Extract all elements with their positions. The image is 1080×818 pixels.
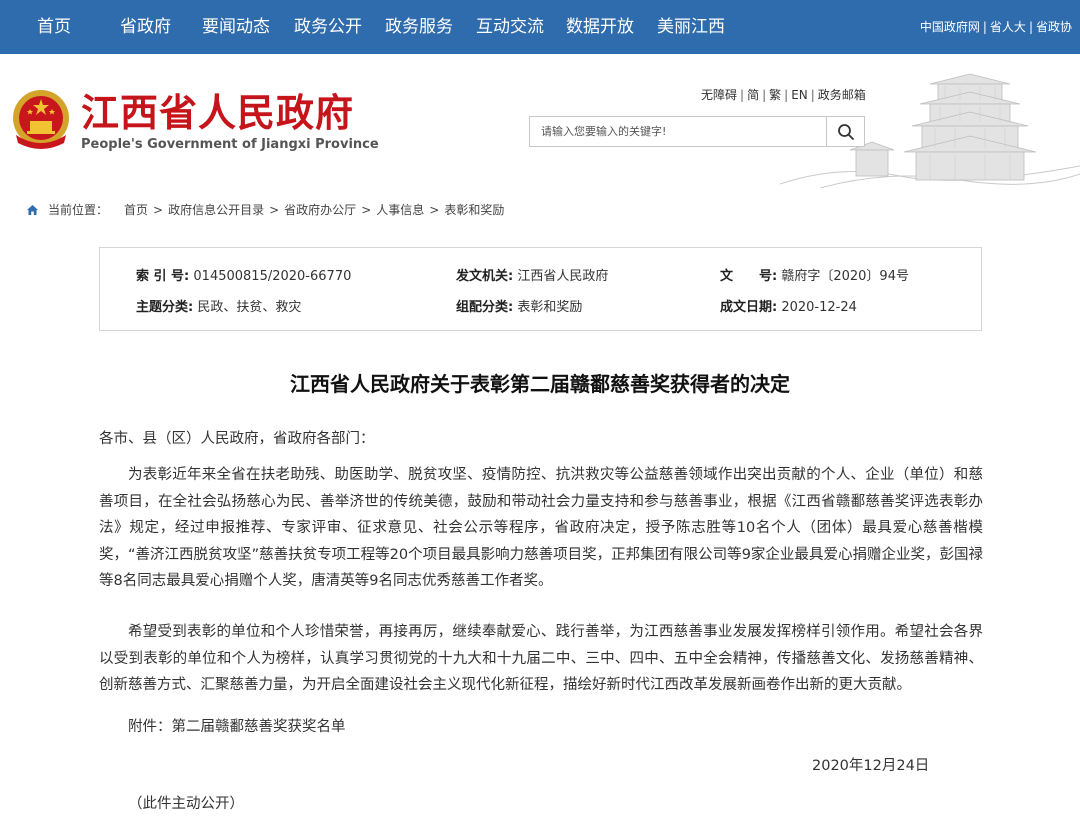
search-box [529,116,865,147]
nav-item-beautiful-jiangxi[interactable]: 美丽江西 [657,0,725,54]
nav-item-news[interactable]: 要闻动态 [202,0,270,54]
link-government-mail[interactable]: 政务邮箱 [818,88,866,102]
link-english[interactable]: EN [791,88,808,102]
document-metadata-box: 索 引 号: 014500815/2020-66770 发文机关: 江西省人民政… [99,247,982,331]
site-subtitle: People's Government of Jiangxi Province [81,137,379,152]
search-button[interactable] [826,117,864,146]
breadcrumb-info-disclosure[interactable]: 政府信息公开目录 [168,201,264,218]
meta-issuer: 发文机关: 江西省人民政府 [456,265,608,284]
link-traditional-chinese[interactable]: 繁 [769,88,781,102]
home-icon [27,204,38,215]
breadcrumb-general-office[interactable]: 省政府办公厅 [284,201,356,218]
article-attachment[interactable]: 附件：第二届赣鄱慈善奖获奖名单 [128,715,346,736]
link-china-gov[interactable]: 中国政府网 [920,20,980,34]
breadcrumb-separator: > [429,202,440,217]
meta-date-value: 2020-12-24 [781,300,857,315]
meta-issuer-label: 发文机关: [456,269,514,284]
meta-group-value: 表彰和奖励 [517,300,583,315]
meta-topic: 主题分类: 民政、扶贫、救灾 [136,296,301,315]
link-accessibility[interactable]: 无障碍 [701,88,737,102]
nav-item-home[interactable]: 首页 [37,0,71,54]
article-title: 江西省人民政府关于表彰第二届赣鄱慈善奖获得者的决定 [290,372,790,396]
breadcrumb-separator: > [269,202,280,217]
meta-group: 组配分类: 表彰和奖励 [456,296,582,315]
meta-topic-value: 民政、扶贫、救灾 [197,300,302,315]
separator: | [784,88,789,102]
link-provincial-congress[interactable]: 省人大 [990,20,1026,34]
breadcrumb-separator: > [153,202,164,217]
meta-issuer-value: 江西省人民政府 [517,269,609,284]
meta-docno-value: 赣府字〔2020〕94号 [781,269,909,284]
breadcrumb-home[interactable]: 首页 [124,201,148,218]
meta-topic-label: 主题分类: [136,300,194,315]
site-title[interactable]: 江西省人民政府 [81,90,354,136]
separator: | [982,20,987,34]
utility-links: 无障碍 | 简 | 繁 | EN | 政务邮箱 [701,86,866,103]
breadcrumb-label: 当前位置： [48,203,109,217]
meta-date-label: 成文日期: [720,300,778,315]
breadcrumb-personnel-info[interactable]: 人事信息 [376,201,424,218]
meta-document-number: 文 号: 赣府字〔2020〕94号 [720,265,909,284]
separator: | [810,88,815,102]
link-provincial-cppcc[interactable]: 省政协 [1036,20,1072,34]
meta-group-label: 组配分类: [456,300,514,315]
meta-index-number: 索 引 号: 014500815/2020-66770 [136,265,351,284]
separator: | [1028,20,1033,34]
breadcrumb-commendation[interactable]: 表彰和奖励 [444,201,504,218]
nav-item-provincial-government[interactable]: 省政府 [120,0,171,54]
separator: | [762,88,767,102]
top-navigation-bar: 首页 省政府 要闻动态 政务公开 政务服务 互动交流 数据开放 美丽江西 中国政… [0,0,1080,54]
breadcrumb-separator: > [361,202,372,217]
top-external-links: 中国政府网 | 省人大 | 省政协 [920,0,1072,54]
site-header: 江西省人民政府 People's Government of Jiangxi P… [0,54,1080,188]
article-paragraph: 为表彰近年来全省在扶老助残、助医助学、脱贫攻坚、疫情防控、抗洪救灾等公益慈善领域… [99,467,983,589]
nav-item-interaction[interactable]: 互动交流 [476,0,544,54]
search-icon [837,123,854,140]
article-paragraph: 希望受到表彰的单位和个人珍惜荣誉，再接再厉，继续奉献爱心、践行善举，为江西慈善事… [99,624,983,693]
article-disclosure-note: （此件主动公开） [128,796,244,812]
search-input[interactable] [530,117,827,146]
article-salutation: 各市、县（区）人民政府，省政府各部门： [99,431,375,447]
meta-index-label: 索 引 号: [136,269,190,284]
nav-item-government-services[interactable]: 政务服务 [385,0,453,54]
national-emblem-icon [13,90,69,149]
meta-date: 成文日期: 2020-12-24 [720,296,857,315]
link-simplified-chinese[interactable]: 简 [747,88,759,102]
separator: | [740,88,745,102]
nav-item-open-data[interactable]: 数据开放 [566,0,634,54]
article-date: 2020年12月24日 [812,758,930,774]
breadcrumb: 当前位置： 首页 > 政府信息公开目录 > 省政府办公厅 > 人事信息 > 表彰… [26,201,504,218]
meta-index-value: 014500815/2020-66770 [193,269,352,284]
nav-item-government-affairs-disclosure[interactable]: 政务公开 [294,0,362,54]
meta-docno-label: 文 号: [720,269,778,284]
